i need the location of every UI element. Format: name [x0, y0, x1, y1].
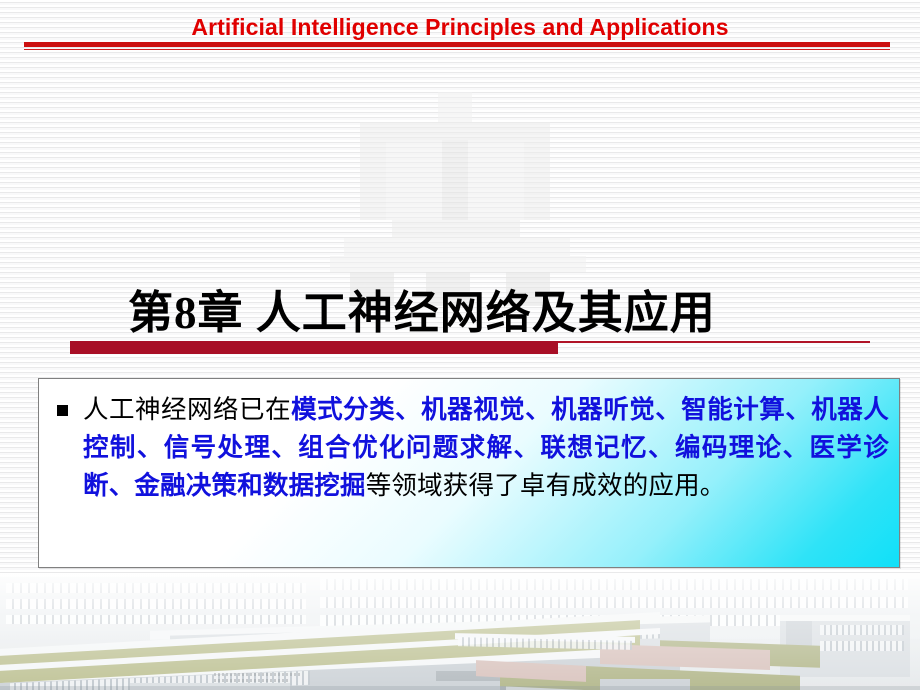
bullet-square-icon — [57, 405, 68, 416]
header-divider-thin — [24, 49, 890, 50]
content-textbox: 人工神经网络已在模式分类、机器视觉、机器听觉、智能计算、机器人控制、信号处理、组… — [38, 378, 900, 568]
header-divider-thick — [24, 42, 890, 47]
bullet-paragraph: 人工神经网络已在模式分类、机器视觉、机器听觉、智能计算、机器人控制、信号处理、组… — [83, 391, 889, 505]
paragraph-lead-text: 人工神经网络已在 — [83, 395, 292, 424]
slide-canvas: Artificial Intelligence Principles and A… — [0, 0, 920, 690]
campus-photo — [0, 573, 920, 690]
content-textbox-inner: 人工神经网络已在模式分类、机器视觉、机器听觉、智能计算、机器人控制、信号处理、组… — [53, 391, 889, 505]
page-title: Artificial Intelligence Principles and A… — [191, 14, 729, 40]
paragraph-tail-text: 等领域获得了卓有成效的应用。 — [365, 471, 726, 500]
bullet-list-item: 人工神经网络已在模式分类、机器视觉、机器听觉、智能计算、机器人控制、信号处理、组… — [53, 391, 889, 505]
title-underline-thick — [70, 341, 558, 354]
chapter-title: 第8章 人工神经网络及其应用 — [128, 288, 716, 338]
